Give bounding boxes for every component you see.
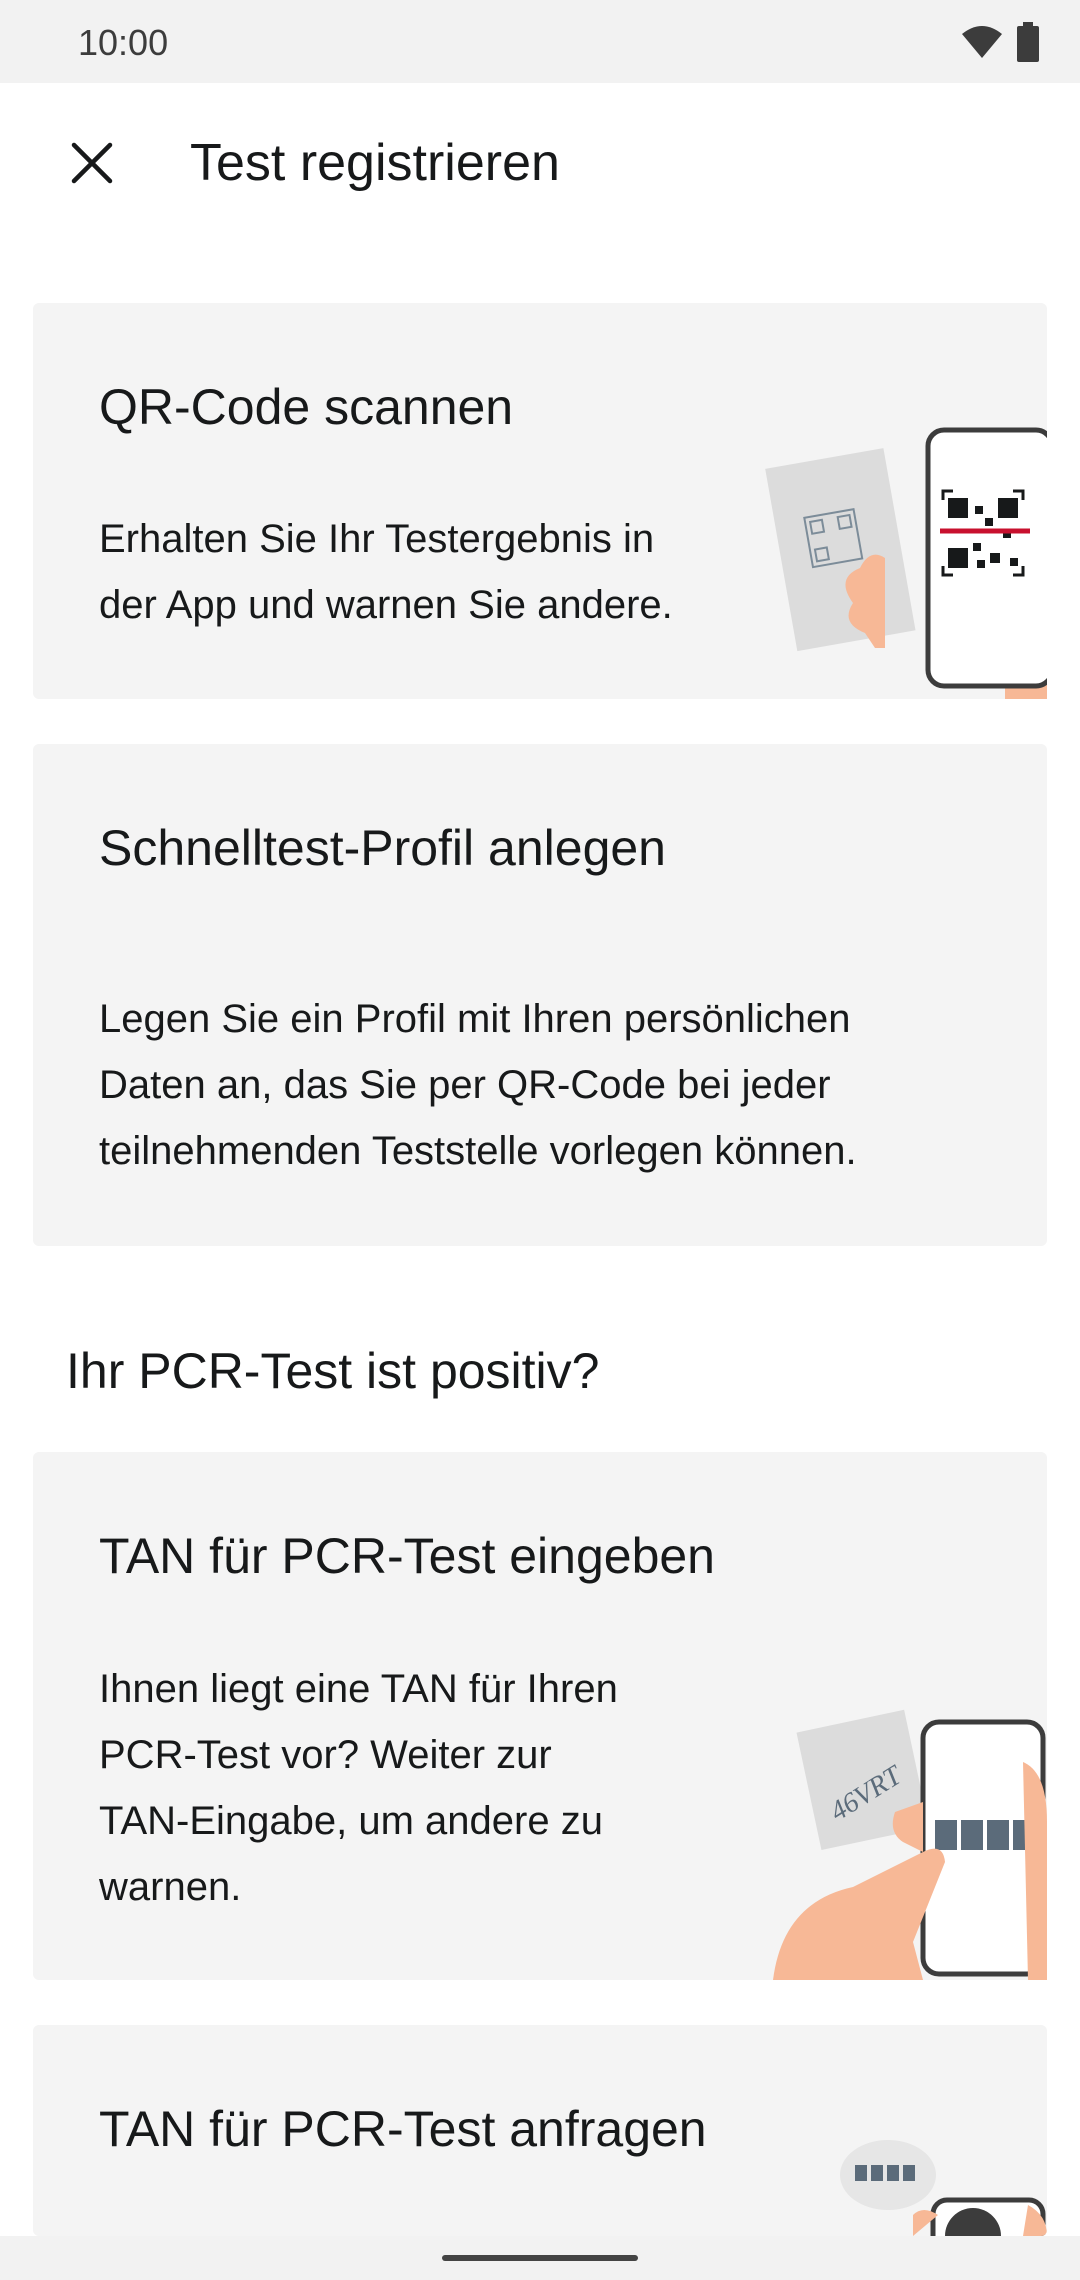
qr-scan-phone-illustration: [765, 427, 1047, 699]
battery-icon: [1017, 22, 1039, 62]
status-icons: [962, 22, 1040, 62]
card-title: Schnelltest-Profil anlegen: [99, 820, 666, 876]
card-text: Legen Sie ein Profil mit Ihren persönlic…: [99, 997, 857, 1173]
card-text: Erhalten Sie Ihr Testergebnis in der App…: [99, 517, 673, 627]
app-bar: Test registrieren: [0, 83, 1080, 243]
qr-scan-card[interactable]: QR-Code scannen Erhalten Sie Ihr Testerg…: [33, 303, 1047, 699]
close-icon: [71, 142, 113, 184]
status-time: 10:00: [78, 22, 169, 63]
wifi-icon: [962, 26, 1002, 58]
tan-entry-card[interactable]: TAN für PCR-Test eingeben Ihnen liegt ei…: [33, 1452, 1047, 1980]
tan-request-phone-illustration: [840, 2140, 1047, 2236]
close-button[interactable]: [52, 123, 132, 203]
tan-entry-phone-illustration: 46VRT: [773, 1709, 1047, 1980]
card-text: Ihnen liegt eine TAN für Ihren PCR-Test …: [99, 1667, 618, 1909]
tan-request-card[interactable]: TAN für PCR-Test anfragen: [33, 2025, 1047, 2236]
status-bar: 10:00: [0, 0, 1080, 83]
page-title: Test registrieren: [190, 134, 560, 192]
rapid-test-profile-card[interactable]: Schnelltest-Profil anlegen Legen Sie ein…: [33, 744, 1047, 1246]
card-title: QR-Code scannen: [99, 379, 514, 435]
section-heading: Ihr PCR-Test ist positiv?: [66, 1343, 600, 1399]
card-title: TAN für PCR-Test eingeben: [99, 1528, 715, 1584]
home-gesture-handle[interactable]: [442, 2255, 638, 2261]
card-title: TAN für PCR-Test anfragen: [99, 2101, 707, 2157]
